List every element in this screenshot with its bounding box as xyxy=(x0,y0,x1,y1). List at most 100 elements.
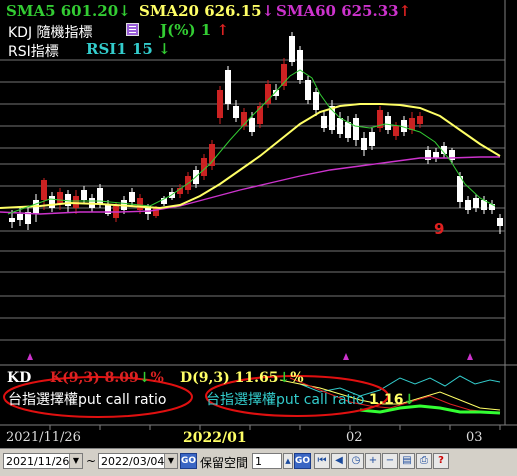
clock-icon[interactable]: ◷ xyxy=(348,453,364,469)
j-arrow-icon: ↑ xyxy=(216,21,230,39)
candle-body xyxy=(385,116,391,130)
reserve-space-value: 1 xyxy=(255,455,262,468)
candle-body xyxy=(305,80,311,100)
k-arrow-icon: ↓ xyxy=(138,370,151,386)
j-label: J(%) xyxy=(160,21,196,39)
candle-body xyxy=(73,196,79,208)
sma20-label: SMA20 xyxy=(139,2,199,20)
candle-body xyxy=(497,218,503,226)
sma60-legend: SMA60 625.33↑ xyxy=(276,2,411,20)
date-axis-jan: 2022/01 xyxy=(183,430,247,446)
sma60-arrow-icon: ↑ xyxy=(398,2,412,20)
k-value: 8.09 xyxy=(104,370,139,386)
candle-body xyxy=(57,192,63,204)
put-call-ratio-note-left: 台指選擇權put call ratio xyxy=(8,392,167,408)
zoom-in-icon[interactable]: + xyxy=(365,453,381,469)
j-legend: J(%) 1 ↑ xyxy=(160,21,229,39)
sma20-legend: SMA20 626.15↓ xyxy=(139,2,274,20)
candle-body xyxy=(209,144,215,166)
candle-body xyxy=(225,70,231,104)
candle-body xyxy=(9,218,15,222)
sma20-value: 626.15 xyxy=(204,2,262,20)
candle-body xyxy=(337,118,343,134)
d-value: 11.65 xyxy=(234,370,279,386)
step-back-icon[interactable]: ◀ xyxy=(331,453,347,469)
rsi1-arrow-icon: ↓ xyxy=(158,40,171,58)
sma60-value: 625.33 xyxy=(341,2,399,20)
bottom-toolbar: 2021/11/26 ▼ ~ 2022/03/04 ▼ GO 保留空間 1 ▲ … xyxy=(0,448,517,476)
candle-body xyxy=(401,120,407,132)
chart-icon[interactable]: ▤ xyxy=(399,453,415,469)
put-call-ratio-note-right: 台指選擇權put call ratio 1.16↓ xyxy=(206,389,415,409)
candle-body xyxy=(345,122,351,138)
candle-body xyxy=(409,118,415,130)
d-legend: D(9,3) 11.65↓% xyxy=(180,370,304,386)
put-call-ratio-value: 1.16 xyxy=(368,392,404,408)
d-arrow-icon: ↓ xyxy=(278,370,291,386)
end-date-value: 2022/03/04 xyxy=(101,455,165,468)
candle-body xyxy=(233,106,239,118)
candle-body xyxy=(217,90,223,118)
candle-body xyxy=(433,152,439,158)
sma5-legend: SMA5 601.20↓ xyxy=(6,2,131,20)
k-legend: K(9,3) 8.09↓% xyxy=(50,370,164,386)
list-icon[interactable] xyxy=(126,23,139,36)
step-first-icon[interactable]: ⏮ xyxy=(314,453,330,469)
candle-body xyxy=(289,36,295,62)
help-icon[interactable]: ? xyxy=(433,453,449,469)
chevron-down-icon[interactable]: ▼ xyxy=(164,454,177,468)
sma5-arrow-icon: ↓ xyxy=(118,2,131,20)
reserve-space-input[interactable]: 1 xyxy=(252,453,282,469)
candle-body xyxy=(129,192,135,202)
sma5-label: SMA5 xyxy=(6,2,56,20)
candle-body xyxy=(81,190,87,200)
spinner-arrows-icon[interactable]: ▲ xyxy=(283,453,293,469)
candle-body xyxy=(137,198,143,210)
candle-body xyxy=(17,214,23,220)
rsi1-legend: RSI1 15 ↓ xyxy=(86,40,171,58)
date-range-tilde: ~ xyxy=(86,454,97,468)
d-pct: % xyxy=(290,370,304,386)
print-icon[interactable]: ⎙ xyxy=(416,453,432,469)
candle-body xyxy=(473,198,479,208)
candle-body xyxy=(369,132,375,146)
candle-body xyxy=(313,92,319,110)
date-axis-mar: 03 xyxy=(466,430,483,445)
d-label: D(9,3) xyxy=(180,370,230,386)
go-button-2[interactable]: GO xyxy=(294,453,311,469)
j-value: 1 xyxy=(200,21,212,39)
candle-body xyxy=(297,50,303,80)
rsi-indicator-label: RSI指標 xyxy=(8,44,59,60)
start-date-value: 2021/11/26 xyxy=(6,455,70,468)
candle-body xyxy=(353,118,359,140)
zoom-out-icon[interactable]: − xyxy=(382,453,398,469)
sma20-arrow-icon: ↓ xyxy=(261,2,275,20)
kdj-indicator-label: KDJ 隨機指標 xyxy=(8,25,93,41)
candle-body xyxy=(265,84,271,104)
chevron-down-icon[interactable]: ▼ xyxy=(69,454,82,468)
candle-body xyxy=(49,196,55,208)
candle-body xyxy=(41,180,47,200)
rsi1-label: RSI1 xyxy=(86,40,127,58)
candle-body xyxy=(249,118,255,132)
candle-body xyxy=(465,200,471,210)
red-nine-annotation: 9 xyxy=(434,220,445,238)
reserve-space-label: 保留空間 xyxy=(200,456,249,470)
rsi1-value: 15 xyxy=(132,40,153,58)
candle-body xyxy=(417,116,423,124)
k-pct: % xyxy=(150,370,164,386)
go-button[interactable]: GO xyxy=(180,453,197,469)
sma5-value: 601.20 xyxy=(60,2,119,20)
date-axis-start: 2021/11/26 xyxy=(6,430,81,445)
end-date-select[interactable]: 2022/03/04 ▼ xyxy=(98,453,178,469)
start-date-select[interactable]: 2021/11/26 ▼ xyxy=(3,453,83,469)
put-call-ratio-label: 台指選擇權put call ratio xyxy=(206,392,365,408)
k-label: K(9,3) xyxy=(50,370,100,386)
candle-body xyxy=(321,116,327,128)
candle-body xyxy=(393,126,399,136)
candle-body xyxy=(361,138,367,150)
kd-panel-title: KD xyxy=(7,370,32,386)
sma60-label: SMA60 xyxy=(276,2,336,20)
date-axis-feb: 02 xyxy=(346,430,363,445)
put-call-ratio-arrow-icon: ↓ xyxy=(403,392,416,408)
